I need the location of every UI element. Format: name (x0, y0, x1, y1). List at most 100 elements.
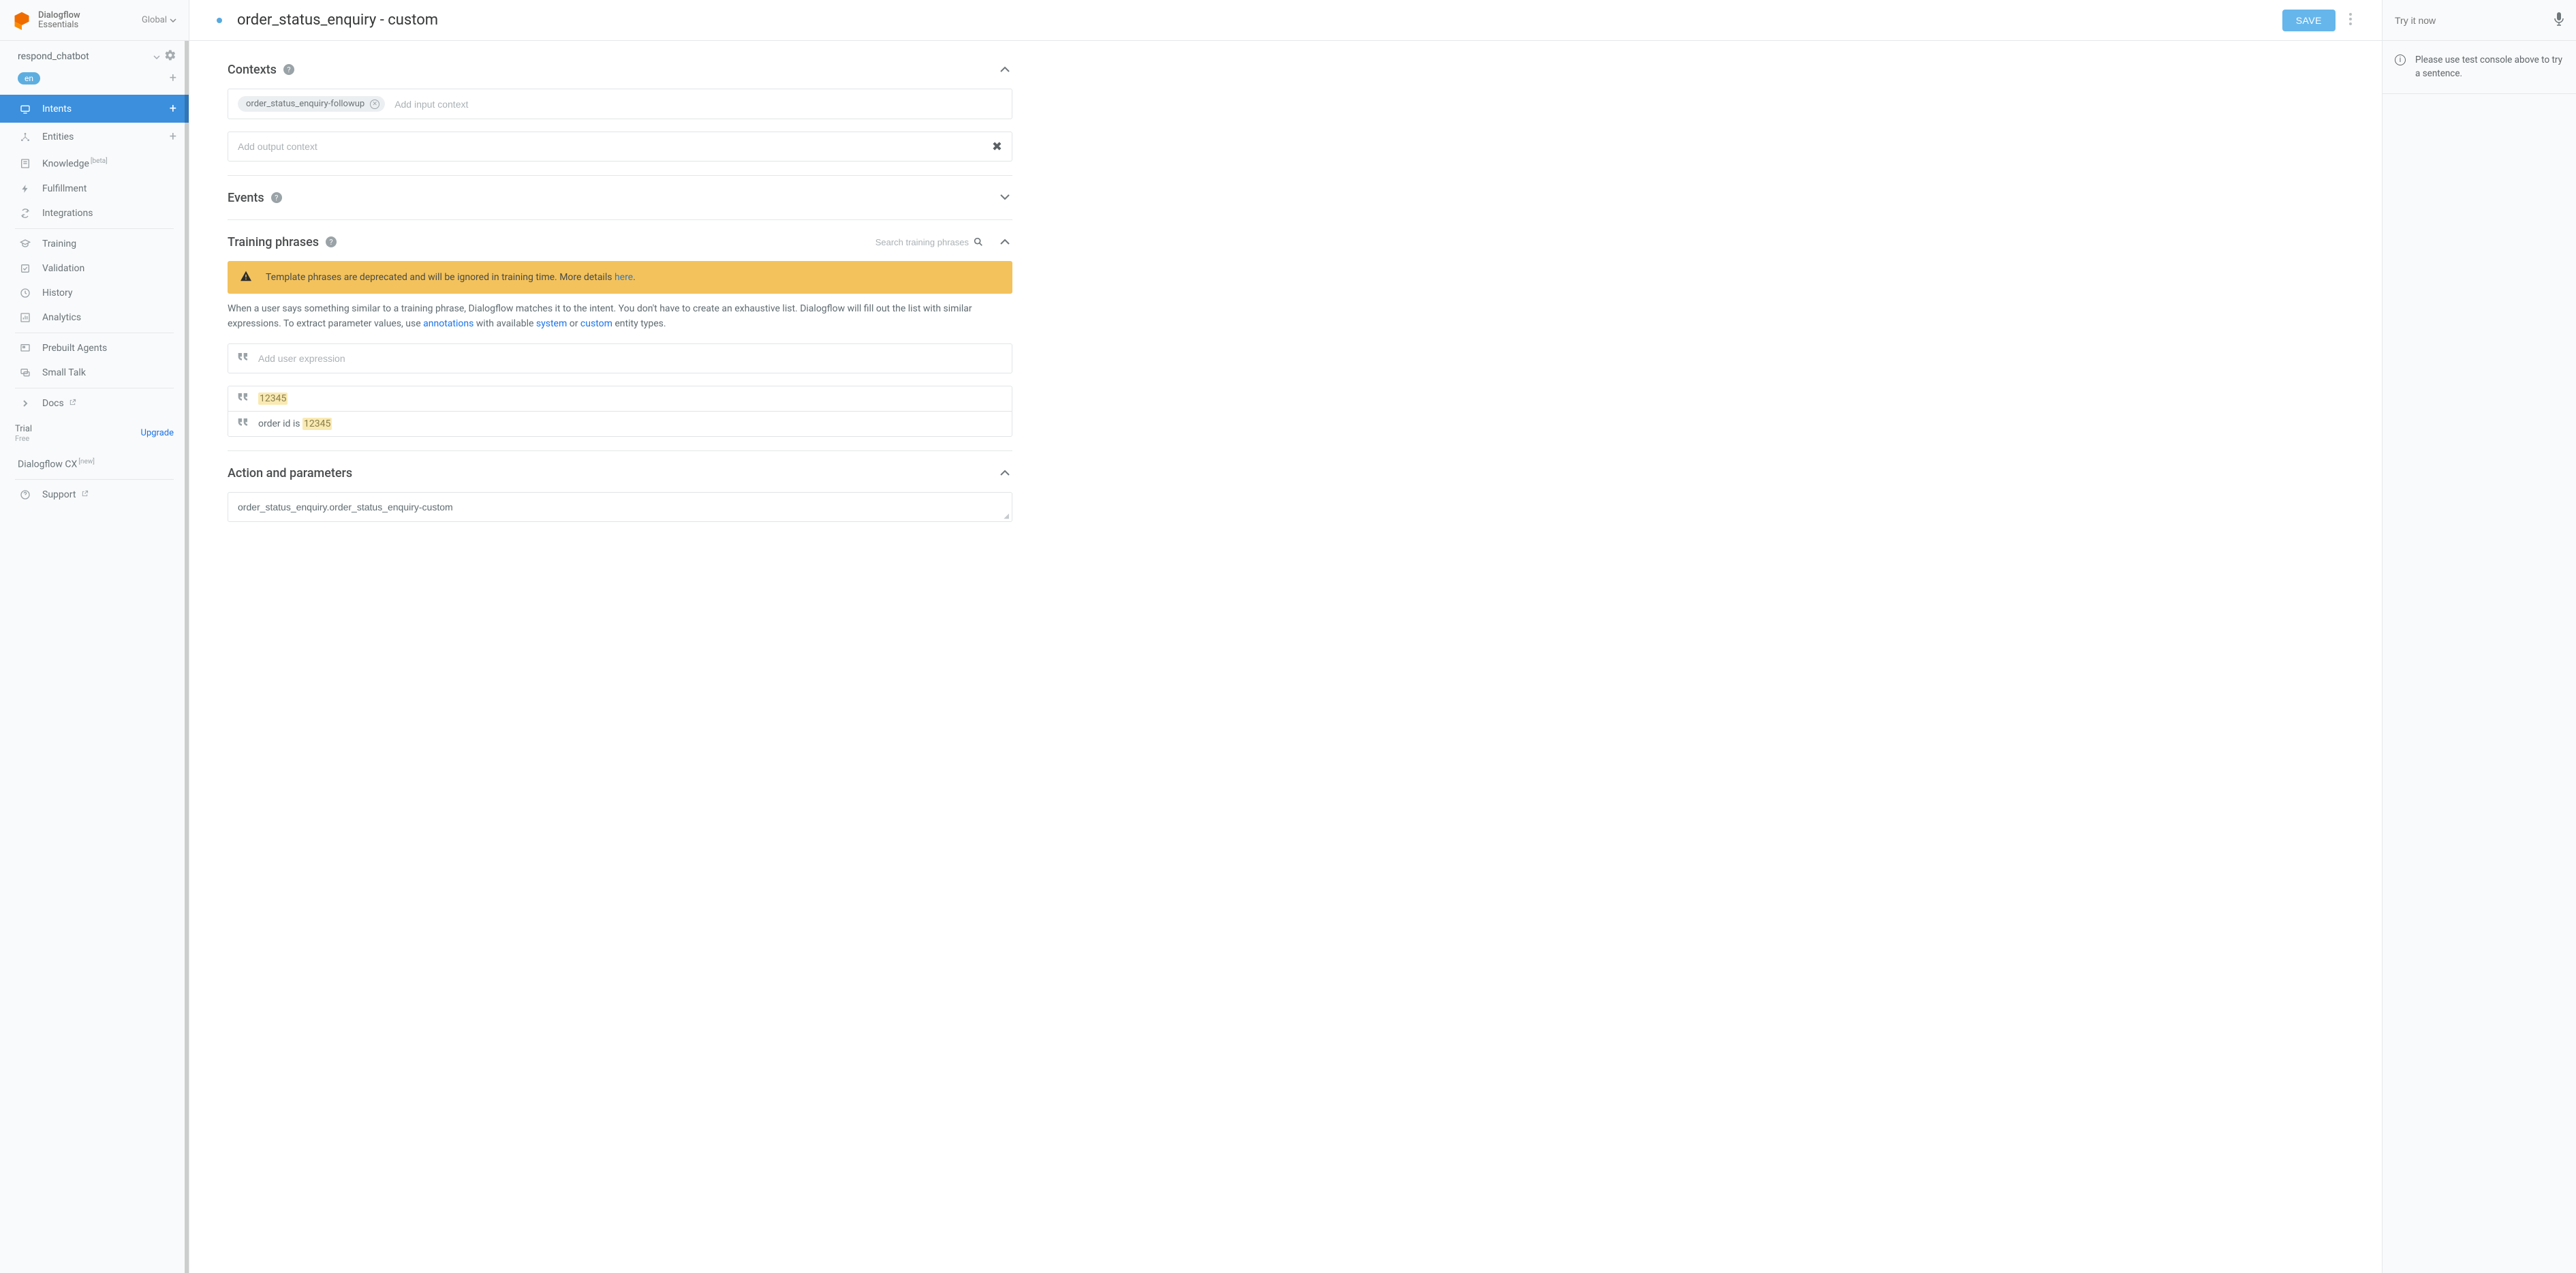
gear-icon[interactable] (164, 49, 176, 64)
nav-support[interactable]: Support (0, 482, 189, 507)
upgrade-link[interactable]: Upgrade (141, 428, 174, 438)
new-badge: [new] (78, 458, 95, 465)
collapse-training[interactable] (997, 234, 1012, 250)
analytics-icon (18, 312, 33, 323)
global-dropdown[interactable]: Global (142, 15, 176, 25)
fulfillment-icon (18, 183, 33, 194)
divider (228, 450, 1012, 451)
chevron-down-icon (153, 55, 160, 59)
divider (228, 219, 1012, 220)
training-explanation: When a user says something similar to a … (228, 302, 1012, 331)
input-context-field[interactable] (394, 99, 1002, 110)
input-context-chip[interactable]: order_status_enquiry-followup ✕ (238, 96, 385, 112)
training-phrase-row[interactable]: 12345 (228, 386, 1012, 412)
training-phrase-row[interactable]: order id is 12345 (228, 412, 1012, 436)
nav-label: Analytics (42, 312, 81, 323)
topbar: order_status_enquiry - custom SAVE (189, 0, 2382, 41)
help-icon[interactable]: ? (283, 64, 294, 75)
help-icon[interactable]: ? (271, 192, 282, 203)
global-label: Global (142, 15, 167, 25)
annotated-entity[interactable]: 12345 (258, 393, 288, 405)
nav-knowledge[interactable]: Knowledge[beta] (0, 151, 189, 177)
warning-details-link[interactable]: here (615, 272, 633, 283)
output-context-box[interactable]: ✖ (228, 132, 1012, 162)
system-link[interactable]: system (536, 318, 567, 329)
annotated-entity[interactable]: 12345 (302, 418, 332, 430)
nav-label: Docs (42, 398, 76, 409)
remove-chip-icon[interactable]: ✕ (370, 99, 379, 109)
help-icon[interactable]: ? (326, 236, 337, 247)
chevron-up-icon (1000, 66, 1010, 72)
section-title: Events (228, 191, 264, 205)
save-button[interactable]: SAVE (2282, 10, 2336, 31)
chevron-down-icon (170, 18, 176, 22)
mic-button[interactable] (2554, 12, 2564, 29)
chevron-up-icon (1000, 239, 1010, 245)
beta-badge: [beta] (91, 157, 108, 165)
language-pill[interactable]: en (18, 72, 40, 85)
add-language-button[interactable]: + (170, 71, 176, 85)
nav-training[interactable]: Training (0, 232, 189, 256)
section-events-header: Events ? (228, 189, 1012, 206)
training-phrase-list: 12345 order id is 12345 (228, 386, 1012, 437)
input-context-box[interactable]: order_status_enquiry-followup ✕ (228, 89, 1012, 119)
brand-line1: Dialogflow (38, 11, 80, 20)
collapse-contexts[interactable] (997, 61, 1012, 78)
sidebar: Dialogflow Essentials Global respond_cha… (0, 0, 189, 1273)
collapse-action[interactable] (997, 465, 1012, 481)
microphone-icon (2554, 12, 2564, 26)
try-it-panel: i Please use test console above to try a… (2383, 0, 2576, 1273)
add-entity-button[interactable]: + (170, 129, 176, 144)
nav-prebuilt-agents[interactable]: Prebuilt Agents (0, 336, 189, 361)
nav-integrations[interactable]: Integrations (0, 201, 189, 226)
external-link-icon (81, 490, 89, 497)
resize-handle-icon: ◢ (1004, 512, 1009, 520)
sidebar-scrollbar[interactable] (185, 41, 189, 1273)
try-it-input[interactable] (2395, 15, 2554, 26)
nav-dialogflow-cx[interactable]: Dialogflow CX[new] (0, 451, 189, 477)
unsaved-indicator (217, 18, 222, 23)
add-phrase-input[interactable] (258, 353, 1002, 364)
nav-analytics[interactable]: Analytics (0, 305, 189, 330)
add-intent-button[interactable]: + (170, 102, 176, 116)
search-training-input[interactable] (860, 237, 969, 247)
brand-line2: Essentials (38, 20, 80, 30)
agent-dropdown-caret[interactable] (149, 51, 164, 62)
nav-small-talk[interactable]: Small Talk (0, 361, 189, 385)
training-icon (18, 239, 33, 249)
clear-output-context-icon[interactable]: ✖ (992, 140, 1002, 154)
quote-icon (238, 418, 249, 429)
search-icon (973, 236, 984, 247)
brand-bar: Dialogflow Essentials Global (0, 0, 189, 41)
nav-entities[interactable]: Entities + (0, 123, 189, 151)
nav-intents[interactable]: Intents + (0, 95, 189, 123)
search-training-phrases[interactable] (860, 236, 984, 247)
chevron-down-icon (1000, 194, 1010, 200)
more-menu-button[interactable] (2336, 13, 2355, 28)
nav-validation[interactable]: Validation (0, 256, 189, 281)
action-name-input[interactable] (238, 502, 1002, 512)
section-title: Action and parameters (228, 466, 352, 480)
nav-label: Knowledge[beta] (42, 157, 108, 170)
intent-title[interactable]: order_status_enquiry - custom (237, 12, 2282, 29)
divider (228, 175, 1012, 176)
dialogflow-logo (12, 11, 31, 30)
output-context-field[interactable] (238, 141, 992, 152)
nav-fulfillment[interactable]: Fulfillment (0, 177, 189, 201)
knowledge-icon (18, 158, 33, 169)
agent-selector[interactable]: respond_chatbot (0, 41, 189, 68)
history-icon (18, 288, 33, 298)
action-name-box[interactable]: ◢ (228, 492, 1012, 522)
nav-docs[interactable]: Docs (0, 391, 189, 416)
warning-text: Template phrases are deprecated and will… (266, 272, 636, 283)
phrase-text: order id is 12345 (258, 418, 332, 429)
custom-link[interactable]: custom (580, 318, 612, 329)
nav-label: Integrations (42, 208, 93, 219)
nav-label: Support (42, 489, 89, 500)
quote-icon (238, 393, 249, 404)
annotations-link[interactable]: annotations (423, 318, 474, 329)
section-action-header: Action and parameters (228, 465, 1012, 481)
add-phrase-box[interactable] (228, 343, 1012, 373)
nav-history[interactable]: History (0, 281, 189, 305)
expand-events[interactable] (997, 189, 1012, 206)
